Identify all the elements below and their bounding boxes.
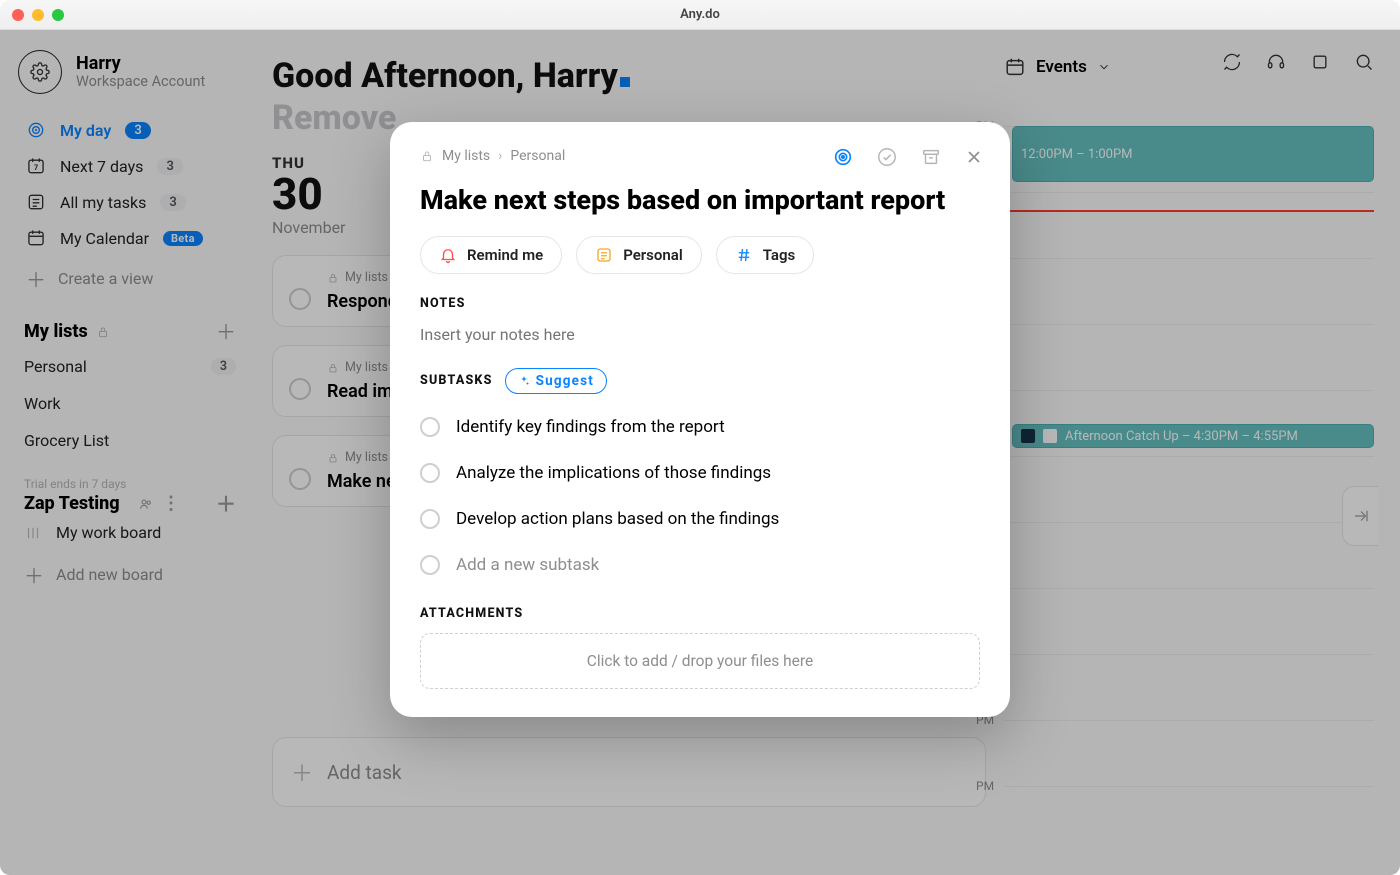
notes-input[interactable] xyxy=(420,321,980,362)
archive-icon[interactable] xyxy=(920,146,942,168)
chip-list-personal[interactable]: Personal xyxy=(576,236,702,274)
subtask-checkbox[interactable] xyxy=(420,555,440,575)
chip-label: Personal xyxy=(623,246,683,264)
add-subtask-label: Add a new subtask xyxy=(456,555,599,575)
subtasks-section-label: SUBTASKS Suggest xyxy=(420,368,980,394)
list-icon xyxy=(595,246,613,264)
attachments-dropzone[interactable]: Click to add / drop your files here xyxy=(420,633,980,689)
sparkle-icon xyxy=(518,375,530,387)
breadcrumb-leaf[interactable]: Personal xyxy=(510,148,565,164)
subtask-checkbox[interactable] xyxy=(420,509,440,529)
chip-tags[interactable]: Tags xyxy=(716,236,815,274)
window-titlebar: Any.do xyxy=(0,0,1400,30)
subtask-item[interactable]: Develop action plans based on the findin… xyxy=(420,496,980,542)
chip-label: Remind me xyxy=(467,246,543,264)
notes-section-label: NOTES xyxy=(420,296,980,311)
subtask-item[interactable]: Identify key findings from the report xyxy=(420,404,980,450)
suggest-button[interactable]: Suggest xyxy=(505,368,608,394)
bell-icon xyxy=(439,246,457,264)
focus-icon[interactable] xyxy=(832,146,854,168)
subtask-item[interactable]: Analyze the implications of those findin… xyxy=(420,450,980,496)
chip-remind-me[interactable]: Remind me xyxy=(420,236,562,274)
add-subtask-input[interactable]: Add a new subtask xyxy=(420,542,980,588)
modal-title[interactable]: Make next steps based on important repor… xyxy=(420,184,980,218)
subtask-checkbox[interactable] xyxy=(420,417,440,437)
task-detail-modal: My lists › Personal Make next steps base… xyxy=(390,122,1010,717)
subtask-label: Identify key findings from the report xyxy=(456,417,725,437)
subtask-label: Analyze the implications of those findin… xyxy=(456,463,771,483)
chip-label: Tags xyxy=(763,246,796,264)
subtask-checkbox[interactable] xyxy=(420,463,440,483)
complete-icon[interactable] xyxy=(876,146,898,168)
breadcrumb-root[interactable]: My lists xyxy=(442,148,490,164)
close-icon[interactable] xyxy=(964,147,984,167)
hash-icon xyxy=(735,246,753,264)
subtask-label: Develop action plans based on the findin… xyxy=(456,509,779,529)
chevron-right-icon: › xyxy=(498,148,502,164)
attachments-section-label: ATTACHMENTS xyxy=(420,606,980,621)
window-title: Any.do xyxy=(0,7,1400,22)
lock-icon xyxy=(420,149,434,163)
